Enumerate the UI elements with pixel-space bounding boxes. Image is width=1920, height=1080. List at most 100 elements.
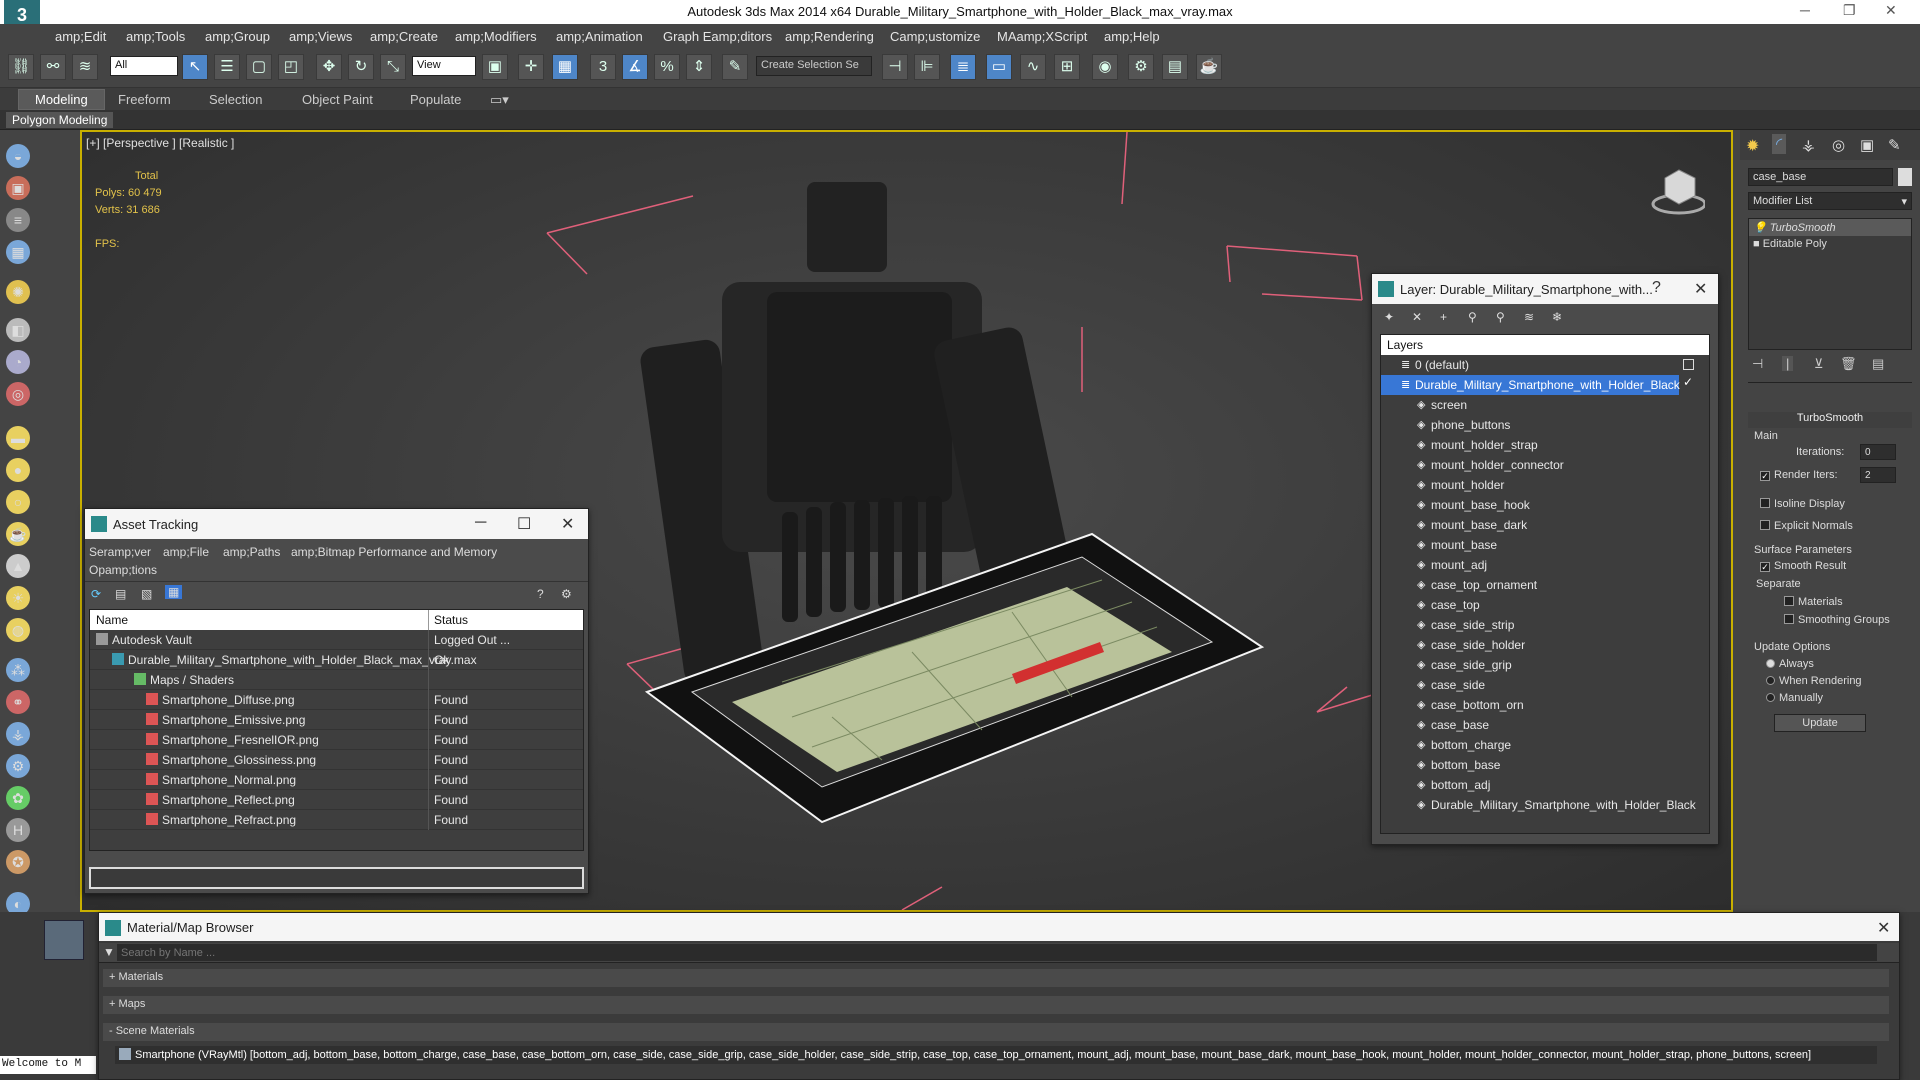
asset-path-field[interactable] [89,867,584,889]
polygon-modeling-label[interactable]: Polygon Modeling [6,112,114,128]
gear-icon[interactable]: ⚙ [6,754,30,778]
turbosmooth-rollout-title[interactable]: TurboSmooth [1748,412,1912,428]
bind-space-warp-icon[interactable]: ≋ [72,54,98,80]
asset-row[interactable]: Smartphone_Emissive.png Found [90,710,583,730]
hierarchy-icon[interactable]: ⚶ [6,722,30,746]
delete-layer-icon[interactable]: ✕ [1412,310,1422,324]
layer-row[interactable]: ◈ case_side_grip [1381,655,1707,675]
percent-snap-icon[interactable]: % [654,54,680,80]
layer-explorer-icon[interactable]: ≣ [950,54,976,80]
close-icon[interactable]: ✕ [1694,279,1707,299]
update-button[interactable]: Update [1774,714,1866,732]
configure-sets-icon[interactable]: ▤ [1872,356,1884,372]
teapot-prim-icon[interactable]: ☕ [6,522,30,546]
settings-icon[interactable]: ⚙ [561,587,572,601]
align-icon[interactable]: ⊫ [914,54,940,80]
rendered-frame-icon[interactable]: ▤ [1162,54,1188,80]
render-icon[interactable]: ▣ [6,176,30,200]
tab-selection[interactable]: Selection [209,92,262,107]
tab-freeform[interactable]: Freeform [118,92,171,107]
menu-edit[interactable]: amp;Edit [55,29,106,44]
group-materials[interactable]: + Materials [103,969,1889,987]
camera-icon[interactable]: ◧ [6,318,30,342]
menu-customize[interactable]: Camp;ustomize [890,29,980,44]
layer-row[interactable]: ◈ bottom_adj [1381,775,1707,795]
menu-rendering[interactable]: amp;Rendering [785,29,874,44]
particles-icon[interactable]: ⁂ [6,658,30,682]
default-layer-toggle-icon[interactable] [1683,359,1694,370]
asset-row[interactable]: Smartphone_Reflect.png Found [90,790,583,810]
keyboard-shortcut-icon[interactable]: ▦ [552,54,578,80]
layer-row[interactable]: ◈ case_side_strip [1381,615,1707,635]
explicit-normals-checkbox[interactable] [1760,520,1770,530]
modify-tab-icon[interactable]: ◜ [1772,134,1787,154]
render-iters-checkbox[interactable]: ✓ [1760,471,1770,481]
layer-row[interactable]: ◈ Durable_Military_Smartphone_with_Holder… [1381,795,1707,815]
when-rendering-radio[interactable] [1766,676,1775,685]
asset-row[interactable]: Autodesk Vault Logged Out ... [90,630,583,650]
menu-graph-editors[interactable]: Graph Eamp;ditors [663,29,772,44]
select-by-name-icon[interactable]: ☰ [214,54,240,80]
always-radio[interactable] [1766,659,1775,668]
menu-modifiers[interactable]: amp;Modifiers [455,29,537,44]
object-name-field[interactable]: case_base [1748,168,1893,186]
cone-icon[interactable]: ▲ [6,554,30,578]
layer-row[interactable]: ◈ case_bottom_orn [1381,695,1707,715]
menu-file[interactable]: amp;File [163,545,209,559]
layer-row[interactable]: ◈ mount_holder_connector [1381,455,1707,475]
scale-icon[interactable]: ⤡ [380,54,406,80]
refresh-icon[interactable]: ⟳ [91,587,101,601]
current-layer-check-icon[interactable]: ✓ [1683,375,1693,389]
menu-maxscript[interactable]: MAamp;XScript [997,29,1087,44]
expand-icon[interactable]: ■ [1753,238,1760,250]
viewport-label[interactable]: [+] [Perspective ] [Realistic ] [86,136,234,150]
layer-row[interactable]: ◈ phone_buttons [1381,415,1707,435]
asset-row[interactable]: Smartphone_FresnelIOR.png Found [90,730,583,750]
menu-paths[interactable]: amp;Paths [223,545,280,559]
render-setup-icon[interactable]: ⚙ [1128,54,1154,80]
group-scene-materials[interactable]: - Scene Materials [103,1023,1889,1041]
help-icon[interactable]: ? [1652,279,1661,297]
menu-tools[interactable]: amp;Tools [126,29,185,44]
list-view-icon[interactable]: ▤ [115,587,126,601]
hierarchy-tab-icon[interactable]: ⚶ [1802,136,1815,154]
freeze-all-icon[interactable]: ❄ [1552,310,1562,324]
column-name[interactable]: Name [96,613,128,627]
ribbon-options-icon[interactable]: ▭▾ [490,92,509,108]
close-icon[interactable]: ✕ [1877,918,1890,938]
geo-sphere-icon[interactable]: ◍ [6,618,30,642]
tab-object-paint[interactable]: Object Paint [302,92,373,107]
layer-row[interactable]: ◈ case_base [1381,715,1707,735]
asset-row[interactable]: Durable_Military_Smartphone_with_Holder_… [90,650,583,670]
manually-radio[interactable] [1766,693,1775,702]
manipulate-icon[interactable]: ✛ [518,54,544,80]
menu-views[interactable]: amp;Views [289,29,352,44]
modifier-list-dropdown[interactable]: Modifier List ▾ [1748,192,1912,210]
stack-item-turbosmooth[interactable]: 💡 TurboSmooth [1749,219,1911,236]
material-editor-icon[interactable]: ◉ [1092,54,1118,80]
menu-group[interactable]: amp;Group [205,29,270,44]
menu-options[interactable]: Opamp;tions [89,563,157,577]
minimize-icon[interactable]: ─ [1800,2,1810,18]
connect-icon[interactable]: ⚭ [6,690,30,714]
helper-icon[interactable]: ◔ [6,350,30,374]
filter-icon[interactable]: ▼ [103,945,115,959]
asset-row[interactable]: Smartphone_Refract.png Found [90,810,583,830]
maxscript-mini-listener[interactable] [44,920,84,960]
edit-named-sets-icon[interactable]: ✎ [722,54,748,80]
object-color-swatch[interactable] [1898,168,1912,186]
link-icon[interactable]: ⛓ [8,54,34,80]
asset-row[interactable]: Smartphone_Normal.png Found [90,770,583,790]
column-status[interactable]: Status [434,613,468,627]
layer-row[interactable]: ◈ screen [1381,395,1707,415]
layer-row[interactable]: ≣ 0 (default) [1381,355,1707,375]
layer-row[interactable]: ◈ mount_base [1381,535,1707,555]
layer-row[interactable]: ◈ mount_base_dark [1381,515,1707,535]
snaps-toggle-icon[interactable]: 3 [590,54,616,80]
tab-modeling[interactable]: Modeling [18,89,105,110]
display-tab-icon[interactable]: ▣ [1860,136,1874,154]
unlink-icon[interactable]: ⚯ [40,54,66,80]
layer-row[interactable]: ◈ case_top_ornament [1381,575,1707,595]
help-icon[interactable]: ? [537,587,544,601]
ref-coord-dropdown[interactable]: View [412,56,476,76]
